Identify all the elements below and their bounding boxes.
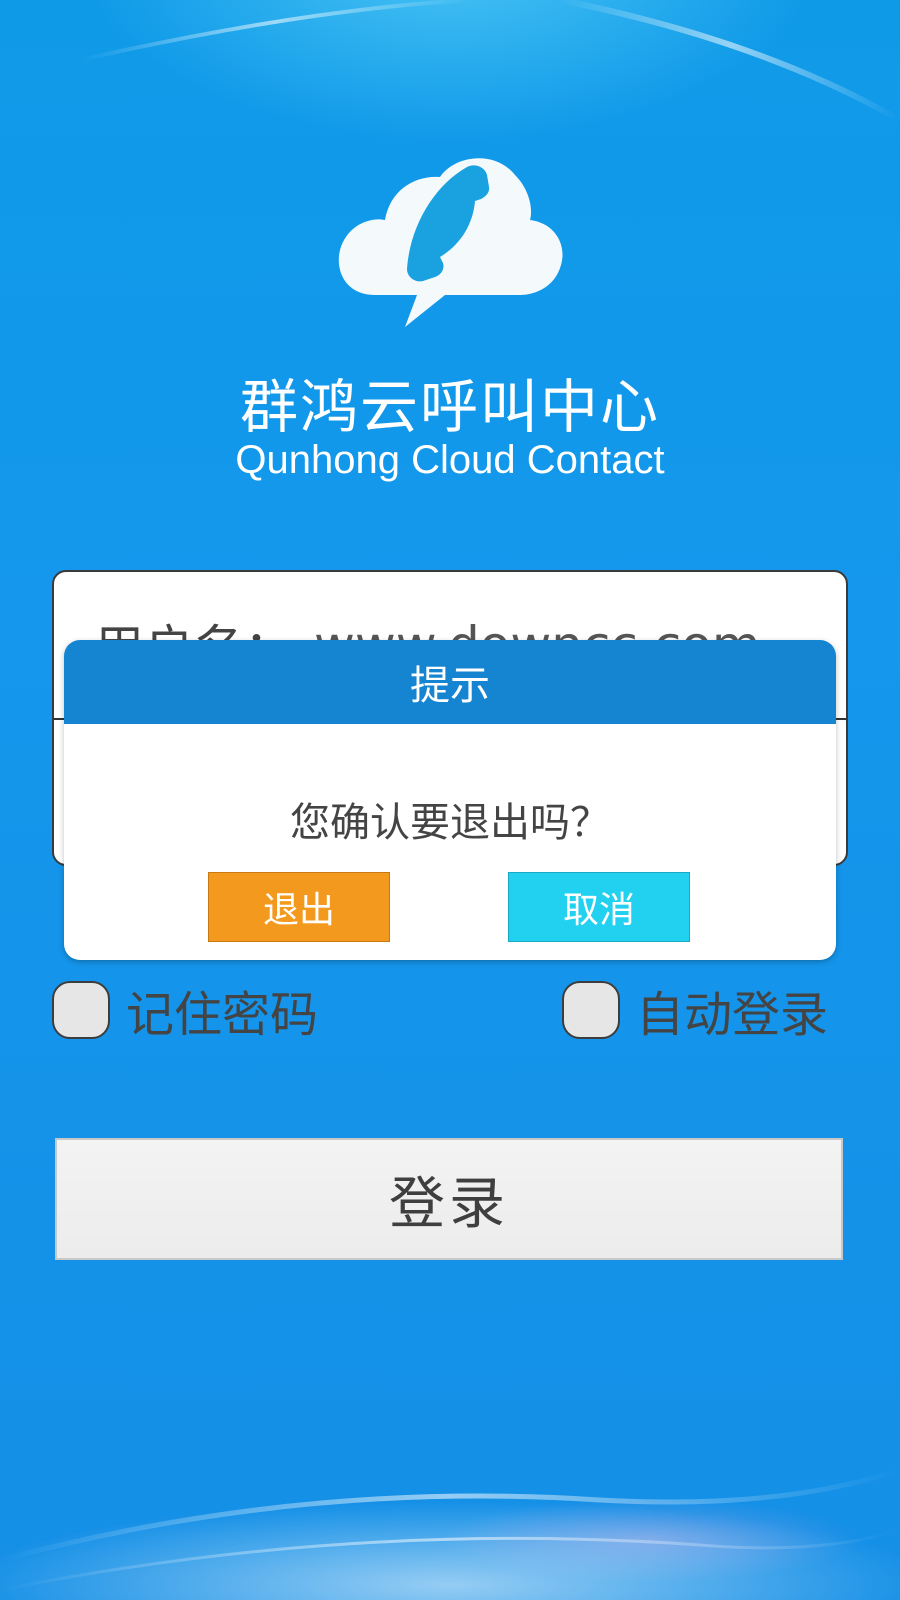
cancel-button[interactable]: 取消 <box>508 872 690 942</box>
login-button[interactable]: 登录 <box>55 1138 843 1260</box>
cloud-phone-icon <box>338 158 563 327</box>
remember-password-option[interactable]: 记住密码 <box>52 975 318 1045</box>
exit-confirm-dialog: 提示 您确认要退出吗？ 退出 取消 <box>64 640 836 960</box>
exit-button[interactable]: 退出 <box>208 872 390 942</box>
app-title: 群鸿云呼叫中心 <box>239 373 660 441</box>
auto-login-checkbox[interactable] <box>562 981 620 1039</box>
auto-login-option[interactable]: 自动登录 <box>562 975 828 1045</box>
dialog-title: 提示 <box>64 640 836 724</box>
auto-login-label: 自动登录 <box>636 987 829 1043</box>
remember-password-label: 记住密码 <box>126 987 319 1043</box>
remember-password-checkbox[interactable] <box>52 981 110 1039</box>
app-subtitle: Qunhong Cloud Contact <box>235 438 665 482</box>
dialog-message: 您确认要退出吗？ <box>290 800 610 846</box>
